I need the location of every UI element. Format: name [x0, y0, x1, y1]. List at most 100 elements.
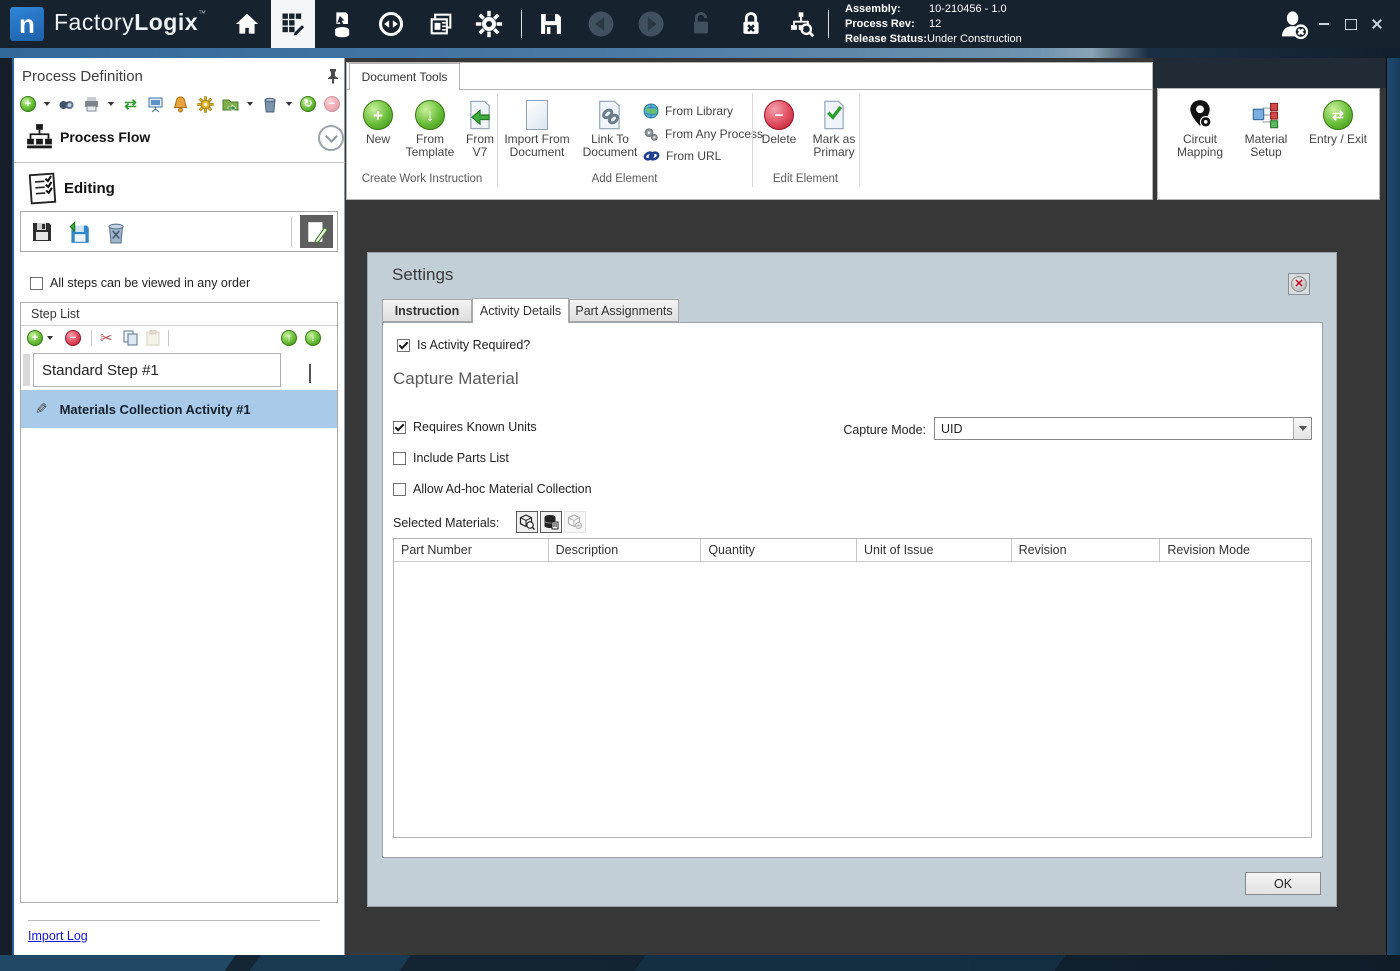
minimize-button[interactable]	[1313, 14, 1335, 34]
refresh-icon[interactable]: ↻	[300, 96, 316, 112]
print-icon[interactable]	[83, 96, 100, 113]
forward-icon[interactable]	[636, 9, 666, 39]
scissors-glyph: ✂	[100, 330, 113, 347]
home-icon[interactable]	[232, 9, 262, 39]
add-step-dropdown-caret[interactable]	[47, 336, 53, 340]
user-logout-icon[interactable]	[1276, 8, 1312, 42]
unlock-icon[interactable]	[686, 9, 716, 39]
delete-step-icon[interactable]	[100, 216, 132, 248]
save-icon[interactable]	[536, 9, 566, 39]
from-library-button[interactable]: From Library	[643, 103, 733, 119]
pin-icon[interactable]	[326, 68, 340, 84]
import-from-document-button[interactable]: Import From Document	[499, 97, 575, 159]
sync-icon[interactable]	[376, 9, 406, 39]
import-log-link[interactable]: Import Log	[28, 929, 88, 943]
move-step-down-icon[interactable]: ↓	[305, 330, 321, 346]
circuit-mapping-button[interactable]: Circuit Mapping	[1168, 97, 1232, 159]
col-part-number[interactable]: Part Number	[394, 539, 549, 561]
from-template-icon: ↓	[415, 100, 445, 130]
find-icon[interactable]	[58, 96, 75, 113]
move-step-up-icon[interactable]: ↑	[281, 330, 297, 346]
export-process-icon[interactable]	[222, 96, 239, 113]
find-material-button[interactable]	[516, 511, 538, 533]
mark-as-primary-button[interactable]: Mark as Primary	[804, 97, 864, 159]
any-order-checkbox[interactable]	[30, 277, 43, 290]
brand-light: Factory	[54, 9, 134, 35]
settings-close-button[interactable]: ✕	[1288, 273, 1310, 295]
step-drag-handle[interactable]	[23, 354, 30, 386]
recycle-bin-icon[interactable]	[261, 96, 278, 113]
entry-exit-button[interactable]: ⇄ Entry / Exit	[1300, 97, 1376, 146]
step-name-box[interactable]: Standard Step #1	[33, 353, 281, 387]
process-flow-row[interactable]: Process Flow	[14, 120, 345, 156]
settings-gear-icon[interactable]	[474, 9, 504, 39]
include-parts-list-checkbox[interactable]	[393, 452, 406, 465]
lock-release-icon[interactable]	[736, 9, 766, 39]
accent-strip	[0, 48, 1400, 58]
step-expand-chevron[interactable]	[309, 364, 311, 382]
process-designer-icon[interactable]	[271, 0, 315, 48]
from-url-button[interactable]: From URL	[643, 149, 721, 163]
remove-icon[interactable]: −	[324, 96, 340, 112]
copy-icon[interactable]	[123, 330, 138, 346]
capture-mode-dropdown-icon[interactable]	[1293, 418, 1311, 439]
presentation-icon[interactable]	[147, 96, 164, 113]
save-as-template-icon[interactable]	[63, 216, 95, 248]
process-rev-label: Process Rev:	[845, 18, 915, 30]
from-v7-label: From V7	[459, 133, 501, 159]
capture-mode-select[interactable]: UID	[934, 417, 1312, 440]
from-any-process-button[interactable]: From Any Process	[643, 126, 763, 142]
paste-icon[interactable]	[146, 330, 160, 346]
entry-exit-label: Entry / Exit	[1309, 133, 1367, 146]
from-v7-button[interactable]: From V7	[459, 97, 501, 159]
up-glyph: ↑	[286, 333, 292, 344]
remove-material-button[interactable]	[564, 511, 586, 533]
activity-required-checkbox[interactable]	[397, 339, 410, 352]
tab-document-tools[interactable]: Document Tools	[349, 63, 460, 90]
cut-icon[interactable]: ✂	[100, 331, 113, 346]
link-to-document-button[interactable]: Link To Document	[577, 97, 643, 159]
allow-adhoc-checkbox[interactable]	[393, 483, 406, 496]
material-setup-icon	[1251, 97, 1281, 133]
requires-known-units-checkbox[interactable]	[393, 421, 406, 434]
tab-instruction[interactable]: Instruction	[382, 299, 472, 322]
collapse-process-flow-icon[interactable]	[318, 125, 344, 151]
print-dropdown-caret[interactable]	[108, 102, 114, 106]
back-icon[interactable]	[586, 9, 616, 39]
decor-shape	[634, 955, 1065, 971]
edit-mode-button[interactable]	[300, 215, 333, 248]
tab-part-assignments[interactable]: Part Assignments	[569, 299, 679, 322]
col-revision[interactable]: Revision	[1012, 539, 1161, 561]
col-quantity[interactable]: Quantity	[701, 539, 857, 561]
maximize-button[interactable]	[1340, 14, 1362, 34]
from-template-button[interactable]: ↓ From Template	[403, 97, 457, 159]
add-process-dropdown-caret[interactable]	[44, 102, 50, 106]
save-step-icon[interactable]	[26, 216, 58, 248]
close-button[interactable]	[1366, 14, 1388, 34]
col-description[interactable]: Description	[549, 539, 702, 561]
col-revision-mode[interactable]: Revision Mode	[1160, 539, 1311, 561]
delete-element-button[interactable]: − Delete	[756, 97, 802, 146]
import-data-icon[interactable]	[326, 9, 356, 39]
col-unit-of-issue[interactable]: Unit of Issue	[857, 539, 1012, 561]
requires-known-units-row: Requires Known Units	[393, 420, 537, 434]
from-library-icon	[643, 103, 659, 119]
material-setup-button[interactable]: Material Setup	[1234, 97, 1298, 159]
remove-step-icon[interactable]: −	[65, 330, 81, 346]
add-step-icon[interactable]: +	[27, 330, 43, 346]
activity-row-selected[interactable]: ✎ Materials Collection Activity #1	[21, 390, 337, 428]
material-database-button[interactable]	[540, 511, 562, 533]
tab-activity-details[interactable]: Activity Details	[472, 298, 569, 323]
recycle-dropdown-caret[interactable]	[286, 102, 292, 106]
export-dropdown-caret[interactable]	[247, 102, 253, 106]
ok-button[interactable]: OK	[1245, 872, 1321, 895]
reorder-steps-icon[interactable]: ⇄	[122, 96, 139, 113]
process-settings-gear-icon[interactable]	[197, 96, 214, 113]
process-audit-icon[interactable]	[786, 9, 816, 39]
new-work-instruction-button[interactable]: + New	[355, 97, 401, 146]
alert-bell-icon[interactable]	[172, 96, 189, 113]
window-right-border	[1386, 58, 1400, 955]
documents-icon[interactable]	[426, 9, 456, 39]
activity-details-content: Is Activity Required? Capture Material R…	[382, 322, 1323, 858]
add-process-icon[interactable]: +	[20, 96, 36, 112]
